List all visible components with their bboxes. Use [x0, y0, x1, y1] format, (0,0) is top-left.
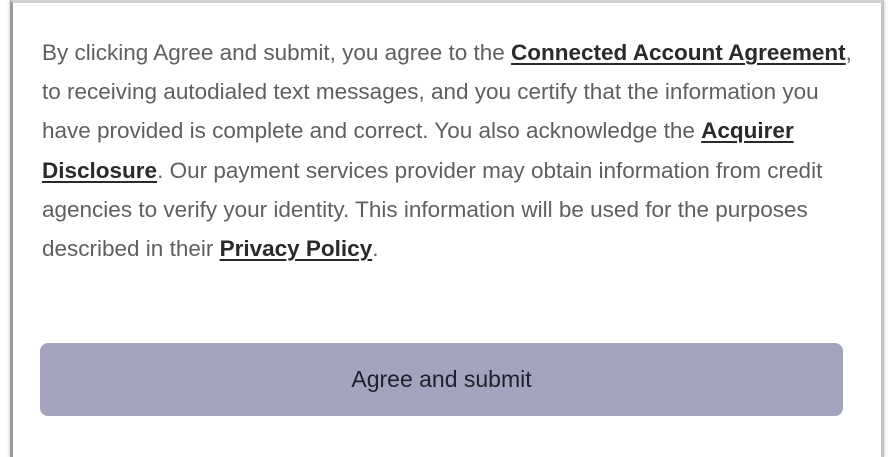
consent-text-part-3: . Our payment services provider may obta…: [42, 157, 823, 262]
connected-account-agreement-link[interactable]: Connected Account Agreement: [511, 40, 846, 65]
agree-and-submit-button[interactable]: Agree and submit: [40, 343, 843, 416]
privacy-policy-link[interactable]: Privacy Policy: [220, 236, 373, 261]
consent-text-part-4: .: [372, 236, 379, 262]
consent-text: By clicking Agree and submit, you agree …: [42, 33, 852, 268]
consent-panel: By clicking Agree and submit, you agree …: [10, 0, 884, 457]
consent-text-part-1: By clicking Agree and submit, you agree …: [42, 40, 512, 65]
